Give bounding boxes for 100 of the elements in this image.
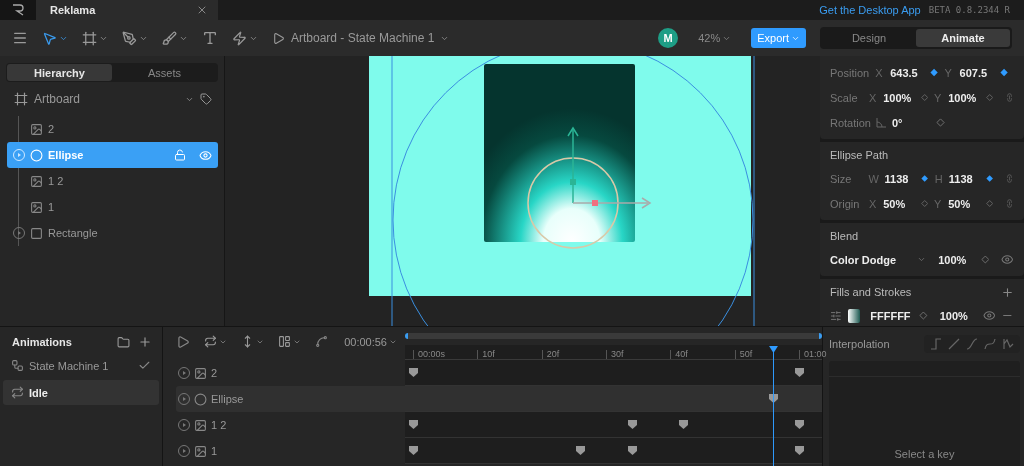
timeline-layer-row[interactable]: 2 — [176, 360, 405, 386]
keyframe-diamond-icon[interactable] — [999, 68, 1008, 77]
desktop-app-link[interactable]: Get the Desktop App — [819, 4, 921, 16]
value-field[interactable]: 50% — [883, 197, 915, 210]
brush-tool[interactable] — [162, 30, 188, 46]
keyframe-icon[interactable] — [409, 368, 418, 377]
value-field[interactable]: 1138 — [884, 172, 916, 185]
keyframe-icon[interactable] — [409, 446, 418, 455]
keyframe-icon[interactable] — [795, 420, 804, 429]
add-icon[interactable] — [138, 335, 152, 349]
pen-tool[interactable] — [122, 30, 148, 46]
menu-icon[interactable] — [12, 30, 28, 46]
interpolation-icon[interactable] — [984, 338, 996, 350]
expand-toggle[interactable] — [178, 419, 190, 431]
value-field[interactable]: 607.5 — [959, 66, 994, 79]
keyframe-diamond-icon[interactable] — [985, 174, 994, 183]
value-field[interactable]: 100% — [883, 91, 915, 104]
mode-tab[interactable]: Animate — [916, 29, 1010, 47]
layer-row[interactable]: 1 — [7, 194, 218, 220]
tick-label: 30f — [606, 350, 624, 359]
document-tab[interactable]: Reklama — [36, 0, 218, 20]
artboard-label: Artboard — [34, 92, 82, 106]
layer-row[interactable]: Rectangle — [7, 220, 218, 246]
tick-label: 50f — [734, 350, 753, 359]
folder-icon[interactable] — [117, 335, 130, 349]
section-title: Blend — [830, 229, 860, 244]
mode-tab[interactable]: Design — [822, 29, 916, 47]
layer-row[interactable]: 1 2 — [7, 168, 218, 194]
expand-toggle[interactable] — [178, 367, 190, 379]
axis-label: X — [875, 66, 884, 79]
keyframe-icon[interactable] — [679, 420, 689, 429]
expand-toggle[interactable] — [178, 445, 190, 457]
text-icon — [202, 30, 218, 46]
eye-icon[interactable] — [982, 309, 996, 322]
timeline-scrollbar[interactable] — [405, 333, 822, 339]
curve-icon[interactable] — [315, 335, 328, 348]
axis-label: W — [868, 172, 879, 185]
timeline-layer-row[interactable]: 1 2 — [176, 412, 405, 438]
sliders-icon[interactable] — [830, 309, 842, 322]
value-field[interactable]: 50% — [948, 197, 980, 210]
expand-toggle[interactable] — [178, 393, 190, 405]
keyframe-icon[interactable] — [627, 420, 637, 429]
tick-label: 20f — [541, 350, 560, 359]
section-title: Fills and Strokes — [830, 285, 913, 300]
artboard-selector[interactable]: Artboard - State Machine 1 — [272, 31, 450, 45]
keyframe-icon[interactable] — [769, 394, 779, 403]
panel-tab[interactable]: Assets — [112, 64, 217, 81]
user-avatar[interactable]: M — [658, 28, 679, 48]
property-label: Position — [830, 66, 870, 79]
keyframe-icon[interactable] — [627, 446, 637, 455]
interpolation-icon[interactable] — [1002, 338, 1014, 350]
layer-row[interactable]: 2 — [7, 116, 218, 142]
bolt-tool[interactable] — [232, 30, 258, 46]
text-tool[interactable] — [202, 30, 218, 46]
add-icon[interactable] — [1001, 285, 1014, 299]
transform-gizmo[interactable] — [567, 126, 652, 209]
hex-field[interactable]: FFFFFF — [870, 309, 913, 322]
eye-icon[interactable] — [199, 148, 212, 162]
loop-dropdown[interactable] — [204, 335, 227, 348]
opacity-field[interactable]: 100% — [939, 309, 971, 322]
playhead[interactable] — [769, 346, 779, 466]
eye-icon[interactable] — [1001, 253, 1014, 266]
keyframe-diamond-icon[interactable] — [921, 174, 929, 183]
image-icon — [194, 444, 207, 458]
select-tool[interactable] — [42, 30, 68, 46]
time-dropdown[interactable]: 00:00:56 — [344, 335, 397, 348]
interpolation-icon[interactable] — [966, 338, 978, 350]
keyframe-icon[interactable] — [576, 446, 586, 455]
play-icon[interactable] — [176, 334, 190, 349]
keyframe-diamond-icon[interactable] — [930, 68, 939, 77]
brush-icon — [162, 30, 177, 46]
animation-item[interactable]: Idle — [3, 380, 159, 405]
app-logo[interactable] — [12, 4, 24, 16]
tag-icon[interactable] — [200, 93, 212, 105]
opacity-field[interactable]: 100% — [938, 253, 975, 266]
unlock-icon[interactable] — [174, 149, 186, 161]
blend-mode-dropdown[interactable]: Color Dodge — [830, 253, 927, 266]
timeline-layer-row[interactable]: Ellipse — [176, 386, 405, 412]
close-icon[interactable] — [196, 4, 208, 16]
keyframe-icon[interactable] — [795, 446, 804, 455]
layout-dropdown[interactable] — [278, 335, 301, 348]
value-field[interactable]: 100% — [948, 91, 980, 104]
angle-icon — [876, 117, 886, 128]
value-field[interactable]: 0° — [892, 116, 930, 129]
animation-item[interactable]: State Machine 1 — [3, 353, 159, 378]
value-field[interactable]: 1138 — [948, 172, 980, 185]
axis-label: Y — [944, 66, 953, 79]
value-field[interactable]: 643.5 — [890, 66, 925, 79]
frame-tool[interactable] — [82, 30, 108, 46]
timeline-layer-row[interactable]: 1 — [176, 438, 405, 464]
keyframe-icon[interactable] — [795, 368, 804, 377]
zoom-dropdown[interactable]: 42% — [692, 31, 738, 45]
section-title: Ellipse Path — [830, 148, 890, 163]
expand-toggle[interactable] — [13, 227, 25, 239]
bolt-icon — [232, 30, 247, 46]
keyframe-icon[interactable] — [409, 420, 418, 429]
panel-tab[interactable]: Hierarchy — [7, 64, 112, 81]
interpolation-icon[interactable] — [948, 338, 960, 350]
panel-title: Animations — [12, 336, 73, 348]
color-swatch[interactable] — [847, 308, 861, 323]
